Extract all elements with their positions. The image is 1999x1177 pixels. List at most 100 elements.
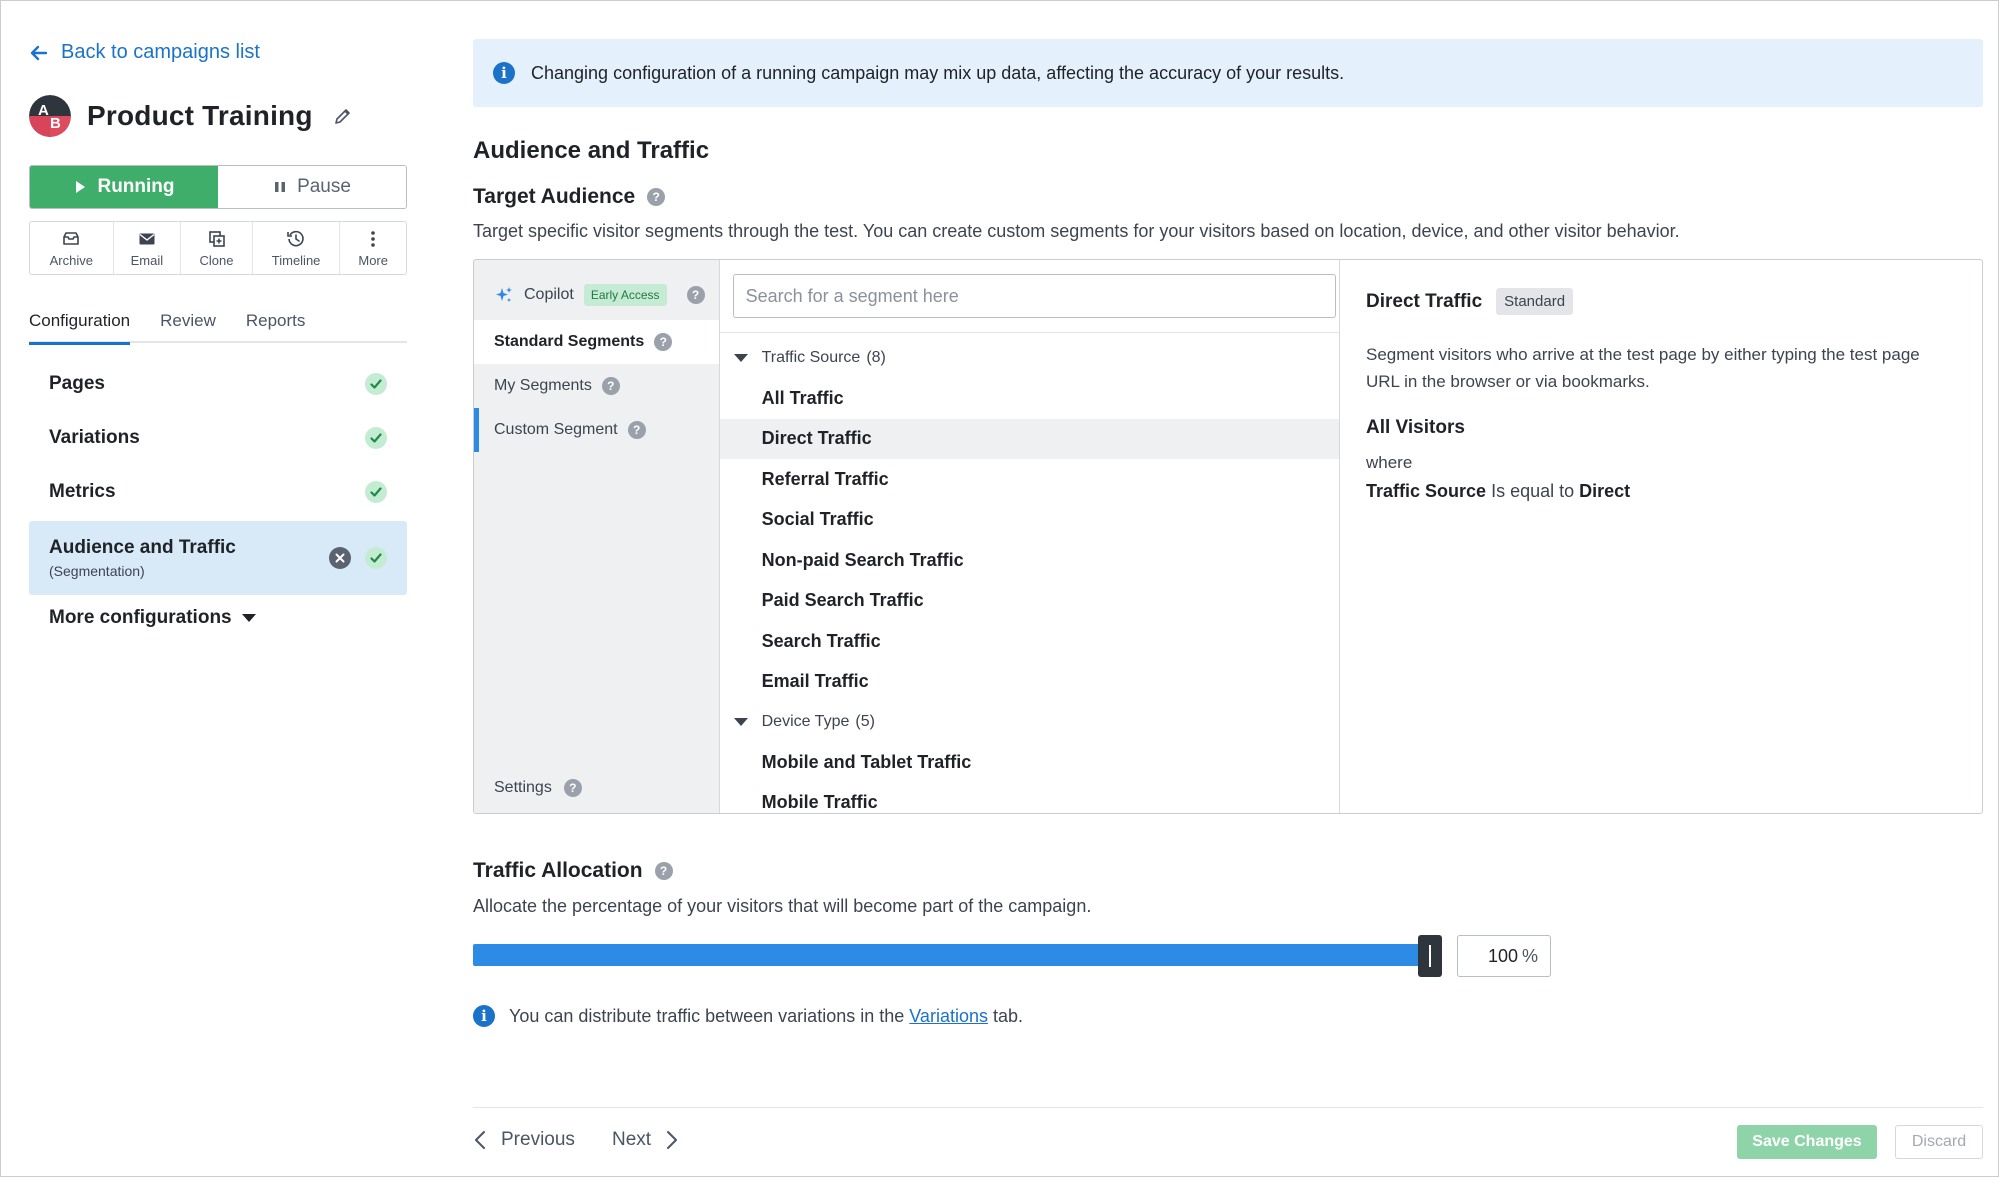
chevron-right-icon bbox=[667, 1131, 678, 1149]
campaign-header: A B Product Training bbox=[29, 95, 407, 137]
email-icon bbox=[139, 233, 155, 244]
clone-label: Clone bbox=[199, 252, 234, 268]
config-item-variations[interactable]: Variations bbox=[29, 411, 407, 465]
segment-nav: Copilot Early Access ? Standard Segments… bbox=[474, 260, 720, 813]
traffic-allocation-heading: Traffic Allocation ? bbox=[473, 859, 673, 883]
campaign-status-toggle: Running Pause bbox=[29, 165, 407, 209]
traffic-percent-input[interactable]: 100 % bbox=[1457, 935, 1551, 977]
previous-button[interactable]: Previous bbox=[473, 1129, 575, 1151]
campaign-action-bar: Archive Email Clone Timeline More bbox=[29, 221, 407, 275]
group-label: Device Type bbox=[761, 713, 850, 730]
segment-row[interactable]: Non-paid Search Traffic bbox=[720, 540, 1339, 581]
save-changes-button[interactable]: Save Changes bbox=[1737, 1125, 1877, 1159]
segment-detail-rule: Traffic Source Is equal to Direct bbox=[1366, 481, 1956, 502]
segment-row[interactable]: Social Traffic bbox=[720, 500, 1339, 541]
running-button[interactable]: Running bbox=[30, 166, 218, 208]
back-link-label: Back to campaigns list bbox=[61, 41, 260, 63]
segment-nav-copilot[interactable]: Copilot Early Access ? bbox=[474, 270, 719, 320]
traffic-allocation-slider[interactable] bbox=[473, 944, 1441, 966]
segment-nav-my-segments[interactable]: My Segments ? bbox=[474, 364, 719, 408]
slider-handle[interactable] bbox=[1418, 935, 1442, 977]
group-device-type[interactable]: Device Type (5) bbox=[720, 702, 1339, 742]
segment-detail-title: Direct Traffic bbox=[1366, 290, 1483, 312]
segment-row-selected[interactable]: Direct Traffic bbox=[719, 418, 1339, 459]
more-configurations-dropdown[interactable]: More configurations bbox=[49, 607, 256, 629]
segment-row[interactable]: Mobile Traffic bbox=[720, 783, 1339, 814]
pencil-edit-icon[interactable] bbox=[333, 106, 353, 126]
config-item-pages[interactable]: Pages bbox=[29, 357, 407, 411]
config-item-audience-and-traffic[interactable]: Audience and Traffic (Segmentation) bbox=[29, 521, 407, 595]
configuration-list: Pages Variations Metrics Audience and Tr… bbox=[29, 357, 407, 595]
segment-search-input[interactable] bbox=[732, 274, 1336, 318]
clone-button[interactable]: Clone bbox=[181, 222, 253, 274]
note-text-before: You can distribute traffic between varia… bbox=[509, 1005, 905, 1026]
traffic-allocation-title: Traffic Allocation bbox=[473, 859, 643, 882]
check-circle-icon bbox=[365, 547, 387, 569]
segment-nav-standard[interactable]: Standard Segments ? bbox=[474, 320, 719, 364]
config-item-label: Pages bbox=[49, 373, 105, 394]
config-item-label: Audience and Traffic bbox=[49, 537, 236, 558]
segment-row[interactable]: Mobile and Tablet Traffic bbox=[720, 742, 1339, 783]
email-button[interactable]: Email bbox=[114, 222, 182, 274]
help-icon[interactable]: ? bbox=[686, 286, 705, 304]
group-count: (5) bbox=[855, 713, 875, 730]
target-audience-description: Target specific visitor segments through… bbox=[473, 221, 1680, 241]
config-item-label: Metrics bbox=[49, 481, 116, 502]
target-audience-title: Target Audience bbox=[473, 185, 636, 208]
tab-review[interactable]: Review bbox=[160, 311, 216, 343]
segment-row[interactable]: Search Traffic bbox=[720, 621, 1339, 662]
pause-label: Pause bbox=[297, 176, 351, 197]
copilot-label: Copilot bbox=[524, 286, 574, 303]
segment-detail-where: where bbox=[1366, 453, 1413, 472]
segment-picker: Copilot Early Access ? Standard Segments… bbox=[473, 259, 1983, 814]
segment-detail-header: Direct Traffic Standard bbox=[1366, 288, 1956, 315]
percent-unit: % bbox=[1521, 945, 1538, 966]
segment-row[interactable]: All Traffic bbox=[720, 378, 1339, 419]
variations-tab-link[interactable]: Variations bbox=[909, 1006, 988, 1026]
pause-button[interactable]: Pause bbox=[218, 166, 406, 208]
discard-button[interactable]: Discard bbox=[1895, 1125, 1983, 1159]
clone-icon bbox=[208, 230, 225, 247]
help-icon[interactable]: ? bbox=[647, 188, 666, 206]
ab-test-icon: A B bbox=[29, 95, 71, 137]
caret-down-icon bbox=[241, 614, 256, 622]
group-traffic-source[interactable]: Traffic Source (8) bbox=[720, 338, 1339, 378]
check-circle-icon bbox=[365, 373, 387, 395]
segment-settings[interactable]: Settings ? bbox=[494, 779, 582, 797]
segment-nav-custom[interactable]: Custom Segment ? bbox=[474, 408, 719, 452]
archive-label: Archive bbox=[49, 252, 93, 268]
segment-row[interactable]: Paid Search Traffic bbox=[720, 581, 1339, 622]
timeline-label: Timeline bbox=[271, 252, 321, 268]
timeline-icon bbox=[287, 230, 304, 246]
tab-reports[interactable]: Reports bbox=[246, 311, 306, 343]
svg-text:B: B bbox=[50, 115, 61, 132]
pause-icon bbox=[275, 182, 286, 192]
more-button[interactable]: More bbox=[340, 222, 406, 274]
sparkle-icon bbox=[496, 287, 512, 302]
group-label: Traffic Source bbox=[761, 349, 861, 366]
help-icon[interactable]: ? bbox=[601, 377, 620, 395]
next-label: Next bbox=[612, 1129, 652, 1150]
help-icon[interactable]: ? bbox=[563, 779, 582, 797]
segment-row[interactable]: Referral Traffic bbox=[720, 459, 1339, 500]
help-icon[interactable]: ? bbox=[654, 333, 673, 351]
help-icon[interactable]: ? bbox=[627, 421, 646, 439]
group-count: (8) bbox=[866, 349, 886, 366]
segment-list: Traffic Source (8) All Traffic Direct Tr… bbox=[719, 338, 1339, 814]
back-to-campaigns-link[interactable]: Back to campaigns list bbox=[29, 41, 260, 64]
help-icon[interactable]: ? bbox=[654, 862, 673, 880]
remove-circle-icon[interactable] bbox=[329, 547, 351, 569]
config-item-metrics[interactable]: Metrics bbox=[29, 465, 407, 519]
segment-row[interactable]: Email Traffic bbox=[720, 662, 1339, 703]
next-button[interactable]: Next bbox=[612, 1129, 679, 1151]
running-label: Running bbox=[97, 176, 175, 197]
archive-button[interactable]: Archive bbox=[30, 222, 114, 274]
more-vertical-icon bbox=[371, 230, 375, 247]
banner-text: Changing configuration of a running camp… bbox=[531, 62, 1345, 83]
segment-list-pane: Traffic Source (8) All Traffic Direct Tr… bbox=[719, 260, 1340, 814]
timeline-button[interactable]: Timeline bbox=[253, 222, 341, 274]
caret-down-icon bbox=[733, 354, 748, 362]
warning-banner: i Changing configuration of a running ca… bbox=[473, 39, 1983, 107]
arrow-left-icon bbox=[30, 45, 48, 60]
tab-configuration[interactable]: Configuration bbox=[29, 311, 131, 345]
